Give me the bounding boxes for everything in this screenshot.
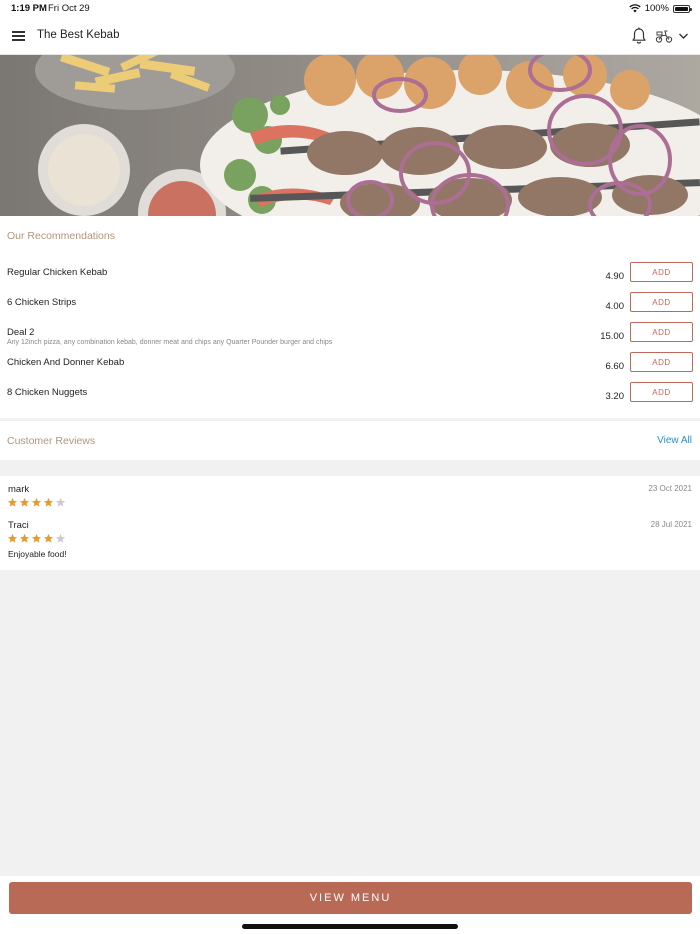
star-filled-icon <box>31 497 42 507</box>
app-header: The Best Kebab <box>0 17 700 55</box>
recommendation-item: 8 Chicken Nuggets 3.20 ADD <box>0 382 700 417</box>
view-menu-button[interactable]: VIEW MENU <box>9 882 692 914</box>
star-rating <box>7 533 66 544</box>
star-filled-icon <box>19 533 30 543</box>
star-filled-icon <box>7 497 18 507</box>
hero-food-image <box>0 55 700 216</box>
star-filled-icon <box>31 533 42 543</box>
status-right: 100% <box>629 3 692 14</box>
item-name: Regular Chicken Kebab <box>7 267 108 278</box>
home-indicator <box>242 924 458 929</box>
status-time: 1:19 PM <box>11 3 47 14</box>
reviews-list: mark 23 Oct 2021 Traci 28 Jul 2021 Enjoy… <box>0 476 700 570</box>
add-button[interactable]: ADD <box>630 262 693 282</box>
bell-icon[interactable] <box>631 27 647 45</box>
status-date: Fri Oct 29 <box>48 3 90 14</box>
star-filled-icon <box>19 497 30 507</box>
star-empty-icon <box>55 497 66 507</box>
reviewer-name: Traci <box>8 520 29 531</box>
battery-percent: 100% <box>644 3 669 14</box>
view-all-link[interactable]: View All <box>657 435 692 446</box>
star-rating <box>7 497 66 508</box>
item-price: 4.00 <box>605 301 625 312</box>
item-name: 6 Chicken Strips <box>7 297 77 308</box>
recommendations-title: Our Recommendations <box>7 230 115 242</box>
item-price: 4.90 <box>605 271 625 282</box>
reviews-header: Customer Reviews View All <box>0 421 700 460</box>
star-empty-icon <box>55 533 66 543</box>
battery-icon <box>673 4 692 13</box>
add-button[interactable]: ADD <box>630 382 693 402</box>
item-price: 6.60 <box>605 361 625 372</box>
add-button[interactable]: ADD <box>630 352 693 372</box>
reviews-title: Customer Reviews <box>7 435 96 447</box>
recommendation-item: 6 Chicken Strips 4.00 ADD <box>0 292 700 327</box>
menu-icon[interactable] <box>12 31 25 41</box>
chevron-down-icon[interactable] <box>678 31 689 41</box>
item-name: 8 Chicken Nuggets <box>7 387 88 398</box>
item-description: Any 12inch pizza, any combination kebab,… <box>7 339 333 346</box>
recommendation-item: Regular Chicken Kebab 4.90 ADD <box>0 262 700 297</box>
restaurant-title: The Best Kebab <box>37 29 120 41</box>
item-name: Chicken And Donner Kebab <box>7 357 125 368</box>
recommendation-item: Deal 2 Any 12inch pizza, any combination… <box>0 322 700 357</box>
review-date: 28 Jul 2021 <box>650 520 692 529</box>
scooter-icon[interactable] <box>655 28 673 44</box>
recommendation-item: Chicken And Donner Kebab 6.60 ADD <box>0 352 700 387</box>
review-comment: Enjoyable food! <box>8 549 67 559</box>
item-name: Deal 2 <box>7 327 35 338</box>
star-filled-icon <box>43 497 54 507</box>
add-button[interactable]: ADD <box>630 322 693 342</box>
item-price: 15.00 <box>600 331 624 342</box>
add-button[interactable]: ADD <box>630 292 693 312</box>
star-filled-icon <box>7 533 18 543</box>
star-filled-icon <box>43 533 54 543</box>
wifi-icon <box>629 4 641 13</box>
recommendations-section: Our Recommendations Regular Chicken Keba… <box>0 216 700 418</box>
reviewer-name: mark <box>8 484 30 495</box>
item-price: 3.20 <box>605 391 625 402</box>
status-bar: 1:19 PM Fri Oct 29 100% <box>0 0 700 17</box>
review-date: 23 Oct 2021 <box>648 484 692 493</box>
